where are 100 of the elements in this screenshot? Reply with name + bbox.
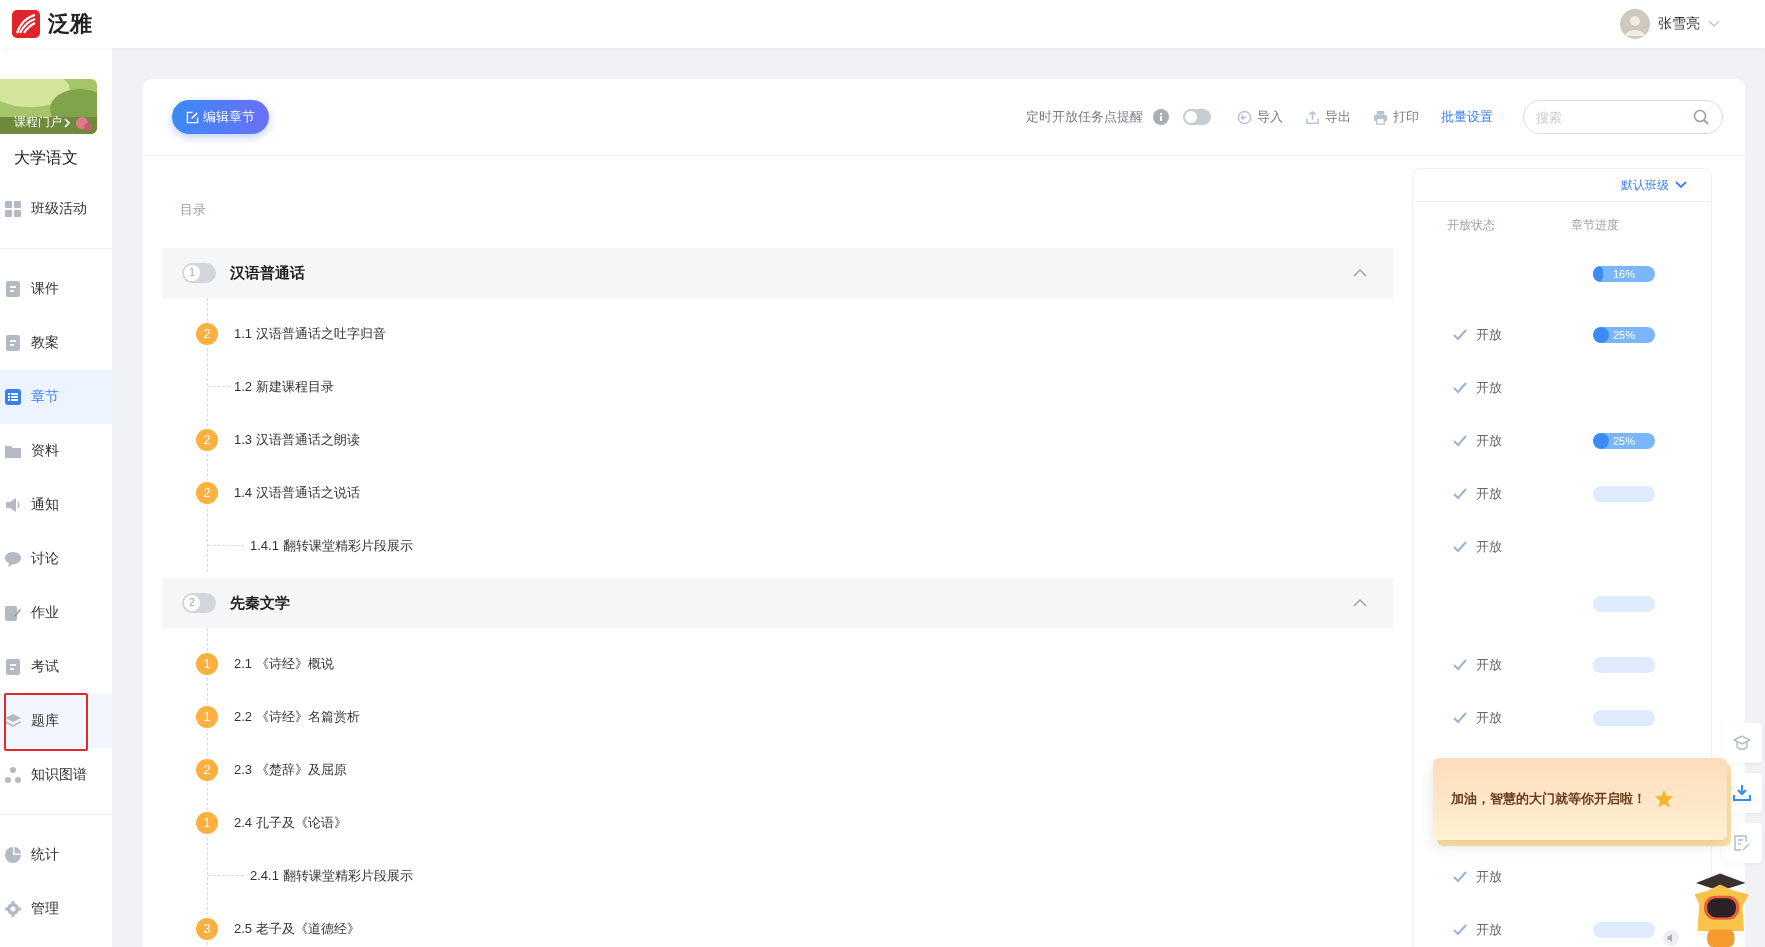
check-icon — [1453, 328, 1467, 341]
info-icon[interactable] — [1153, 109, 1169, 125]
pie-icon — [5, 847, 21, 863]
count-badge: 2 — [196, 428, 218, 451]
column-header: 开放状态 — [1447, 217, 1496, 234]
portal-link[interactable]: 课程门户 — [14, 114, 62, 131]
count-badge: 1 — [196, 705, 218, 728]
progress-bar — [1593, 656, 1655, 673]
nav-item[interactable]: 统计 — [0, 828, 112, 882]
chapter-header[interactable]: 1 汉语普通话 — [162, 248, 1393, 298]
nav-item[interactable]: 知识图谱 — [0, 748, 112, 802]
status-text: 开放 — [1476, 655, 1502, 674]
status-text: 开放 — [1476, 867, 1502, 886]
import-button[interactable]: 导入 — [1237, 108, 1283, 126]
count-badge: 2 — [196, 758, 218, 781]
lesson-title[interactable]: 2.5 老子及《道德经》 — [234, 919, 360, 938]
notes-icon — [1733, 834, 1751, 852]
nav-item[interactable]: 考试 — [0, 640, 112, 694]
print-button[interactable]: 打印 — [1373, 108, 1419, 126]
export-icon — [1305, 109, 1320, 125]
gear-icon — [5, 901, 21, 917]
sound-icon[interactable] — [1663, 930, 1679, 946]
grid-icon — [5, 201, 21, 217]
lesson-title[interactable]: 1.4.1 翻转课堂精彩片段展示 — [250, 536, 413, 555]
avatar[interactable] — [1620, 9, 1650, 39]
progress-bar — [1593, 709, 1655, 726]
lesson-title[interactable]: 1.2 新建课程目录 — [234, 377, 334, 396]
check-icon — [1453, 923, 1467, 936]
lesson-title[interactable]: 1.3 汉语普通话之朗读 — [234, 430, 360, 449]
progress-bar: 25% — [1593, 432, 1655, 449]
nav-item[interactable]: 章节 — [0, 370, 112, 424]
course-cover[interactable]: 课程门户 — [0, 79, 97, 134]
speaker-icon — [5, 497, 21, 513]
edit-icon — [5, 605, 21, 621]
lesson-title[interactable]: 2.4.1 翻转课堂精彩片段展示 — [250, 866, 413, 885]
chapter-title: 先秦文学 — [230, 593, 291, 613]
chevron-icon[interactable] — [1353, 599, 1367, 607]
lesson-title[interactable]: 2.2 《诗经》名篇赏析 — [234, 707, 360, 726]
check-icon — [1453, 381, 1467, 394]
nav-item[interactable]: 班级活动 — [0, 182, 112, 236]
status-text: 开放 — [1476, 325, 1502, 344]
status-text: 开放 — [1476, 378, 1502, 397]
progress-bar: 16% — [1593, 266, 1655, 282]
nav-item[interactable]: 资料 — [0, 424, 112, 478]
nav-item[interactable]: 教案 — [0, 316, 112, 370]
lesson-title[interactable]: 1.1 汉语普通话之吐字归音 — [234, 324, 386, 343]
class-selector[interactable]: 默认班级 — [1621, 176, 1687, 194]
star-icon — [1654, 789, 1674, 809]
lesson-title[interactable]: 2.1 《诗经》概说 — [234, 654, 334, 673]
batch-settings-link[interactable]: 批量设置 — [1441, 108, 1493, 126]
import-icon — [1237, 109, 1252, 125]
graph-icon — [5, 767, 21, 783]
download-icon — [1733, 784, 1751, 802]
check-icon — [1453, 870, 1467, 883]
lesson-title[interactable]: 2.4 孔子及《论语》 — [234, 813, 347, 832]
nav-item[interactable]: 讨论 — [0, 532, 112, 586]
status-text: 开放 — [1476, 708, 1502, 727]
logo-icon — [12, 10, 40, 38]
check-icon — [1453, 434, 1467, 447]
column-header: 章节进度 — [1571, 217, 1619, 234]
progress-bar — [1593, 485, 1655, 502]
nav-item[interactable]: 课件 — [0, 262, 112, 316]
nav-item[interactable]: 管理 — [0, 882, 112, 936]
count-badge: 2 — [196, 322, 218, 345]
layers-icon — [5, 713, 21, 729]
lesson-title[interactable]: 2.3 《楚辞》及屈原 — [234, 760, 347, 779]
edit-chapter-button[interactable]: 编辑章节 — [172, 100, 269, 134]
list-icon — [5, 389, 21, 405]
nav-item[interactable]: 作业 — [0, 586, 112, 640]
count-badge: 1 — [196, 652, 218, 675]
catalog-heading: 目录 — [180, 202, 206, 217]
count-badge: 3 — [196, 917, 218, 940]
folder-icon — [5, 443, 21, 459]
check-icon — [1453, 711, 1467, 724]
cap-tool-button[interactable] — [1722, 723, 1762, 763]
course-name: 大学语文 — [13, 148, 79, 168]
nav-item[interactable]: 题库 — [0, 694, 112, 748]
progress-bar — [1593, 921, 1655, 938]
user-name[interactable]: 张雪亮 — [1658, 15, 1700, 33]
chat-icon — [5, 551, 21, 567]
chapter-title: 汉语普通话 — [230, 263, 306, 283]
brand-name: 泛雅 — [48, 10, 92, 38]
graduation-cap-icon — [1733, 734, 1751, 752]
export-button[interactable]: 导出 — [1305, 108, 1351, 126]
edit-icon — [186, 110, 199, 124]
chapter-header[interactable]: 2 先秦文学 — [162, 578, 1393, 628]
caret-icon[interactable] — [1708, 20, 1720, 28]
nav-item[interactable]: 通知 — [0, 478, 112, 532]
print-icon — [1373, 109, 1388, 125]
message-text: 加油，智慧的大门就等你开启啦！ — [1451, 790, 1646, 808]
check-icon — [1453, 658, 1467, 671]
search-icon[interactable] — [1693, 109, 1709, 125]
status-text: 开放 — [1476, 484, 1502, 503]
lesson-title[interactable]: 1.4 汉语普通话之说话 — [234, 483, 360, 502]
status-text: 开放 — [1476, 431, 1502, 450]
chevron-icon[interactable] — [1353, 269, 1367, 277]
dropdown-icon[interactable] — [1675, 181, 1687, 189]
reminder-toggle[interactable] — [1183, 109, 1211, 125]
count-badge: 1 — [196, 811, 218, 834]
status-text: 开放 — [1476, 920, 1502, 939]
